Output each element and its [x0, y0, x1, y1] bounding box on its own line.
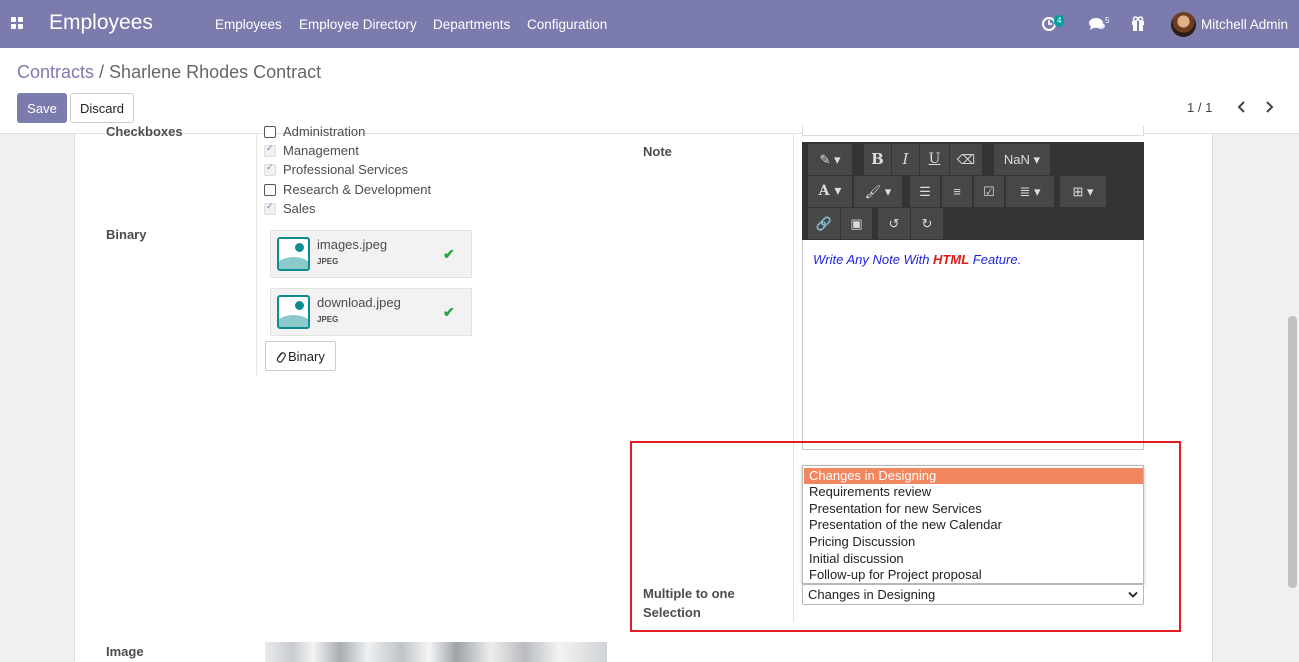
- font-size-dropdown[interactable]: NaN ▾: [994, 144, 1050, 175]
- field-separator: [256, 134, 257, 375]
- check-icon: ✔: [443, 304, 455, 320]
- checkbox[interactable]: [264, 201, 276, 215]
- image-file-icon: [277, 295, 310, 329]
- breadcrumb: Contracts / Sharlene Rhodes Contract: [17, 62, 321, 83]
- select-value: Changes in Designing: [808, 587, 936, 602]
- link-icon[interactable]: 🔗: [808, 208, 840, 239]
- field-separator: [793, 134, 794, 622]
- menu-item-departments[interactable]: Departments: [433, 17, 510, 32]
- dropdown-option[interactable]: Requirements review: [804, 484, 1143, 500]
- menu-item-configuration[interactable]: Configuration: [527, 17, 607, 32]
- checkbox[interactable]: [264, 126, 276, 138]
- paperclip-icon: [276, 352, 286, 363]
- checkbox-label: Administration: [283, 124, 366, 139]
- text-input-edge[interactable]: [802, 126, 1144, 136]
- binary-button-label: Binary: [288, 349, 325, 364]
- menu-item-employees[interactable]: Employees: [215, 17, 282, 32]
- paragraph-align-icon[interactable]: ≣ ▾: [1006, 176, 1054, 207]
- note-editor[interactable]: Write Any Note With HTML Feature.: [802, 240, 1144, 450]
- gift-icon[interactable]: [1131, 14, 1145, 34]
- dropdown-option[interactable]: Presentation of the new Calendar: [804, 517, 1143, 533]
- checkbox-label: Management: [283, 143, 359, 158]
- undo-icon[interactable]: ↺: [878, 208, 910, 239]
- breadcrumb-contracts-link[interactable]: Contracts: [17, 62, 94, 82]
- checkbox-label: Research & Development: [283, 182, 432, 197]
- checkbox-label: Sales: [283, 201, 316, 216]
- font-color-icon[interactable]: A ▾: [808, 176, 852, 207]
- pager-previous-icon[interactable]: [1236, 100, 1248, 114]
- table-icon[interactable]: ⊞ ▾: [1060, 176, 1106, 207]
- breadcrumb-separator: /: [99, 62, 105, 82]
- bold-button[interactable]: B: [864, 144, 891, 175]
- underline-button[interactable]: U: [920, 144, 949, 175]
- note-text: Write Any Note With: [813, 252, 934, 267]
- scrollbar-thumb[interactable]: [1288, 316, 1297, 588]
- dropdown-option[interactable]: Initial discussion: [804, 551, 1143, 567]
- image-file-icon: [277, 237, 310, 271]
- checkbox[interactable]: [264, 162, 276, 176]
- highlight-brush-icon[interactable]: 🖌 ▾: [854, 176, 902, 207]
- binary-upload-button[interactable]: Binary: [265, 341, 336, 371]
- binary-label: Binary: [106, 227, 147, 242]
- selection-label-line2: Selection: [643, 605, 701, 620]
- image-preview[interactable]: [265, 642, 607, 662]
- menu-item-employee-directory[interactable]: Employee Directory: [299, 17, 417, 32]
- style-magic-wand-icon[interactable]: ✎ ▾: [808, 144, 852, 175]
- messages-icon[interactable]: [1088, 14, 1106, 34]
- apps-menu-icon[interactable]: [11, 17, 23, 29]
- html-editor-toolbar: ✎ ▾ B I U ⌫ NaN ▾ A ▾ 🖌 ▾ ☰ ≡ ☑ ≣ ▾ ⊞ ▾ …: [802, 142, 1144, 240]
- pager-next-icon[interactable]: [1263, 100, 1275, 114]
- top-navbar: Employees Employees Employee Directory D…: [0, 0, 1299, 48]
- checkbox-label: Professional Services: [283, 162, 408, 177]
- note-content: Write Any Note With HTML Feature.: [813, 252, 1021, 267]
- checkbox[interactable]: [264, 143, 276, 157]
- attachment-type: JPEG: [317, 257, 339, 266]
- image-label: Image: [106, 644, 144, 659]
- dropdown-option[interactable]: Changes in Designing: [804, 468, 1143, 484]
- note-label: Note: [643, 144, 672, 159]
- selection-label-line1: Multiple to one: [643, 586, 735, 601]
- dropdown-option[interactable]: Follow-up for Project proposal: [804, 567, 1143, 583]
- checklist-icon[interactable]: ☑: [974, 176, 1004, 207]
- checkboxes-label: Checkboxes: [106, 124, 183, 139]
- numbered-list-icon[interactable]: ≡: [942, 176, 972, 207]
- control-panel: Contracts / Sharlene Rhodes Contract Save …: [0, 48, 1299, 134]
- italic-button[interactable]: I: [892, 144, 919, 175]
- checkbox[interactable]: [264, 184, 276, 196]
- dropdown-option[interactable]: Presentation for new Services: [804, 501, 1143, 517]
- chevron-down-icon: [1128, 591, 1138, 598]
- app-title[interactable]: Employees: [49, 11, 153, 35]
- check-icon: ✔: [443, 246, 455, 262]
- note-emphasis: HTML: [933, 252, 970, 267]
- attachment-images-jpeg[interactable]: images.jpeg JPEG ✔: [270, 230, 472, 278]
- activity-count-badge: 4: [1054, 15, 1065, 27]
- pager-value[interactable]: 1 / 1: [1187, 100, 1212, 115]
- discard-button[interactable]: Discard: [70, 93, 134, 123]
- note-text-end: Feature.: [969, 252, 1022, 267]
- user-avatar[interactable]: [1171, 12, 1196, 37]
- bullet-list-icon[interactable]: ☰: [910, 176, 940, 207]
- save-button[interactable]: Save: [17, 93, 67, 123]
- redo-icon[interactable]: ↻: [911, 208, 943, 239]
- user-name[interactable]: Mitchell Admin: [1201, 17, 1288, 32]
- message-count-badge: 5: [1105, 16, 1110, 25]
- selection-dropdown-list: Changes in Designing Requirements review…: [802, 465, 1144, 584]
- dropdown-option[interactable]: Pricing Discussion: [804, 534, 1143, 550]
- attachment-name[interactable]: images.jpeg: [317, 237, 387, 252]
- attachment-type: JPEG: [317, 315, 339, 324]
- eraser-icon[interactable]: ⌫: [950, 144, 982, 175]
- attachment-download-jpeg[interactable]: download.jpeg JPEG ✔: [270, 288, 472, 336]
- font-size-value: NaN: [1003, 152, 1030, 167]
- breadcrumb-current: Sharlene Rhodes Contract: [109, 62, 322, 82]
- image-icon[interactable]: ▣: [841, 208, 872, 239]
- multiple-to-one-select[interactable]: Changes in Designing: [802, 584, 1144, 605]
- scrollbar[interactable]: [1286, 134, 1299, 662]
- attachment-name[interactable]: download.jpeg: [317, 295, 401, 310]
